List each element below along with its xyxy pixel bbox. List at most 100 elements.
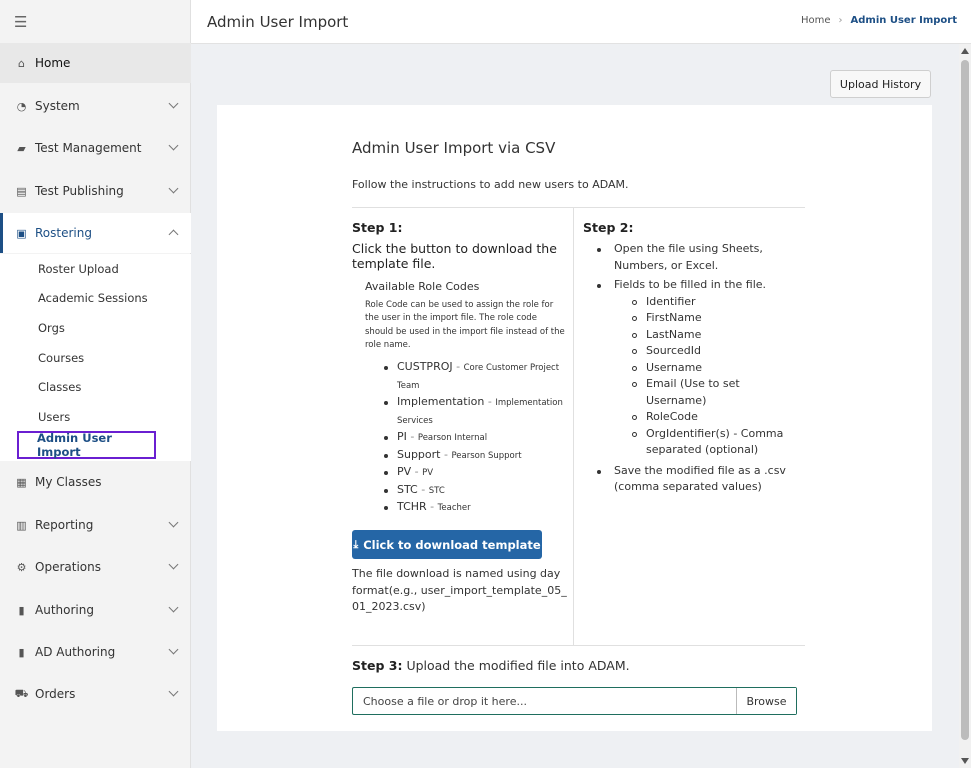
sidebar-subitem-users[interactable]: Users	[38, 410, 70, 424]
sidebar: ☰ ⌂ Home ◔ System ▰ Test Management ▤ Te…	[0, 0, 191, 768]
breadcrumb-home-link[interactable]: Home	[801, 15, 831, 26]
chevron-down-icon	[168, 140, 179, 151]
list-item: PV - PV	[365, 464, 570, 482]
home-icon: ⌂	[18, 56, 25, 70]
hamburger-menu-icon[interactable]: ☰	[14, 13, 27, 31]
step3-heading: Step 3:	[352, 658, 403, 673]
cart-icon: ⛟	[14, 686, 29, 700]
scroll-down-arrow-icon[interactable]	[961, 758, 969, 764]
fields-list: Identifier FirstName LastName SourcedId …	[614, 294, 798, 459]
sidebar-item-ad-authoring[interactable]: ▮ AD Authoring	[0, 632, 191, 672]
field-item: Username	[614, 360, 798, 377]
sidebar-item-rostering[interactable]: ▣ Rostering	[0, 213, 191, 253]
role-code: PV	[397, 465, 412, 478]
browse-button[interactable]: Browse	[736, 688, 796, 714]
download-template-button[interactable]: ⤓ Click to download template	[352, 530, 542, 559]
role-name: Pearson Internal	[417, 433, 488, 443]
cogs-icon: ⚙	[16, 560, 27, 574]
import-panel: Admin User Import via CSV Follow the ins…	[217, 105, 932, 731]
list-item: STC - STC	[365, 482, 570, 500]
chevron-right-icon: ›	[838, 15, 843, 26]
book-icon: ▮	[18, 645, 25, 659]
sidebar-item-home[interactable]: ⌂ Home	[0, 43, 191, 83]
step3-text: Step 3: Upload the modified file into AD…	[352, 658, 630, 673]
scroll-thumb[interactable]	[961, 60, 969, 740]
page-title: Admin User Import	[207, 13, 349, 31]
step2-heading: Step 2:	[583, 220, 634, 235]
sidebar-item-label: Test Management	[35, 141, 142, 155]
panel-title: Admin User Import via CSV	[352, 139, 556, 157]
vertical-scrollbar[interactable]	[959, 44, 971, 768]
role-code: CUSTPROJ	[397, 360, 453, 373]
book-icon: ▮	[18, 603, 25, 617]
sidebar-item-label: Rostering	[35, 226, 92, 240]
list-item: Open the file using Sheets, Numbers, or …	[583, 241, 798, 274]
step2-list: Open the file using Sheets, Numbers, or …	[583, 241, 798, 499]
role-code: TCHR	[397, 500, 427, 513]
sidebar-subitem-orgs[interactable]: Orgs	[38, 321, 65, 335]
sidebar-item-orders[interactable]: ⛟ Orders	[0, 674, 191, 714]
file-input-placeholder[interactable]: Choose a file or drop it here...	[353, 695, 736, 708]
field-item: Identifier	[614, 294, 798, 311]
sidebar-item-label: Authoring	[35, 603, 94, 617]
role-code: Support	[397, 447, 441, 461]
chevron-down-icon	[168, 644, 179, 655]
upload-history-button[interactable]: Upload History	[830, 70, 931, 98]
sidebar-subitem-courses[interactable]: Courses	[38, 351, 84, 365]
chevron-up-icon	[168, 229, 179, 240]
sidebar-item-reporting[interactable]: ▥ Reporting	[0, 505, 191, 545]
gauge-icon: ◔	[16, 99, 27, 113]
file-upload-input[interactable]: Choose a file or drop it here... Browse	[352, 687, 797, 715]
chevron-down-icon	[168, 686, 179, 697]
sidebar-subitem-academic-sessions[interactable]: Academic Sessions	[38, 291, 148, 305]
step3-instruction: Upload the modified file into ADAM.	[406, 658, 630, 673]
chevron-down-icon	[168, 517, 179, 528]
role-code: PI	[397, 430, 407, 443]
sidebar-item-test-publishing[interactable]: ▤ Test Publishing	[0, 171, 191, 211]
sidebar-item-label: Orders	[35, 687, 76, 701]
chevron-down-icon	[168, 602, 179, 613]
field-item: RoleCode	[614, 409, 798, 426]
sidebar-subitem-admin-user-import[interactable]: Admin User Import	[17, 431, 156, 459]
sidebar-item-authoring[interactable]: ▮ Authoring	[0, 590, 191, 630]
sidebar-item-test-management[interactable]: ▰ Test Management	[0, 128, 191, 168]
download-icon: ⤓	[353, 537, 359, 551]
chevron-down-icon	[168, 559, 179, 570]
breadcrumb: Home › Admin User Import	[801, 15, 957, 26]
list-item: Fields to be filled in the file. Identif…	[583, 277, 798, 459]
sidebar-item-label: My Classes	[35, 475, 102, 489]
sidebar-item-my-classes[interactable]: ▦ My Classes	[0, 462, 191, 502]
sidebar-item-label: Operations	[35, 560, 101, 574]
rostering-submenu	[0, 254, 191, 461]
breadcrumb-current: Admin User Import	[850, 15, 958, 26]
field-item: SourcedId	[614, 343, 798, 360]
sidebar-item-label: System	[35, 99, 80, 113]
step2-save-text: Save the modified file as a .csv (comma …	[614, 463, 786, 494]
chevron-down-icon	[168, 183, 179, 194]
step2-fields-text: Fields to be filled in the file.	[614, 278, 767, 291]
download-note: The file download is named using day for…	[352, 567, 567, 613]
page-header: Admin User Import Home › Admin User Impo…	[191, 0, 971, 44]
roles-description: Role Code can be used to assign the role…	[365, 300, 565, 350]
chart-icon: ▥	[16, 518, 27, 532]
divider	[352, 645, 805, 646]
role-name: STC	[428, 485, 445, 496]
file-export-icon: ▤	[16, 184, 27, 198]
list-item: PI - Pearson Internal	[365, 429, 570, 447]
field-item: FirstName	[614, 310, 798, 327]
scroll-up-arrow-icon[interactable]	[961, 48, 969, 54]
sidebar-item-label: AD Authoring	[35, 645, 116, 659]
list-item: Support - Pearson Support	[365, 447, 570, 465]
roles-title: Available Role Codes	[365, 280, 480, 293]
clipboard-user-icon: ▣	[16, 226, 27, 240]
sidebar-item-operations[interactable]: ⚙ Operations	[0, 547, 191, 587]
sidebar-subitem-classes[interactable]: Classes	[38, 380, 81, 394]
list-item: TCHR - Teacher	[365, 499, 570, 517]
sidebar-item-system[interactable]: ◔ System	[0, 86, 191, 126]
list-item: Implementation - Implementation Services	[365, 394, 570, 429]
list-item: CUSTPROJ - Core Customer Project Team	[365, 359, 570, 394]
field-item: LastName	[614, 327, 798, 344]
sidebar-item-label: Test Publishing	[35, 184, 124, 198]
column-divider	[573, 207, 574, 645]
sidebar-subitem-roster-upload[interactable]: Roster Upload	[38, 262, 119, 276]
